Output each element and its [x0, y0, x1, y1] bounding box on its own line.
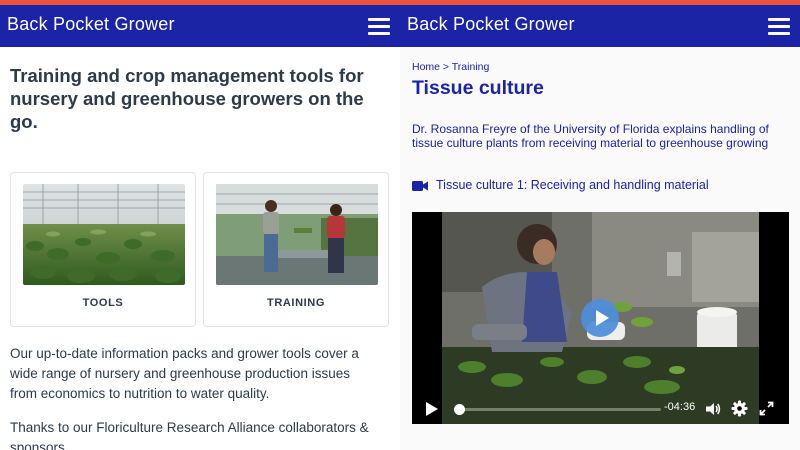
thanks-paragraph: Thanks to our Floriculture Research Alli… [10, 420, 369, 450]
fullscreen-icon[interactable] [759, 401, 774, 416]
play-icon[interactable] [581, 299, 619, 337]
settings-gear-icon[interactable] [731, 400, 748, 417]
training-photo [216, 184, 378, 285]
app-screens: Back Pocket Grower Training and crop man… [0, 0, 800, 450]
home-screen: Back Pocket Grower Training and crop man… [0, 0, 400, 450]
page-description: Dr. Rosanna Freyre of the University of … [412, 122, 769, 150]
video-camera-icon [412, 181, 428, 191]
seek-handle[interactable] [454, 404, 465, 415]
app-title[interactable]: Back Pocket Grower [7, 14, 175, 35]
tools-card-label: TOOLS [82, 297, 124, 309]
detail-screen: Back Pocket Grower Home > Training Tissu… [400, 0, 800, 450]
video-link-label: Tissue culture 1: Receiving and handling… [436, 178, 709, 192]
video-player[interactable]: -04:36 [412, 212, 789, 424]
control-play-icon[interactable] [426, 402, 438, 416]
hamburger-menu-icon[interactable] [368, 18, 390, 35]
tools-card[interactable]: TOOLS [10, 172, 196, 327]
home-headline: Training and crop management tools for n… [10, 65, 364, 132]
seek-bar[interactable] [454, 404, 661, 415]
hamburger-menu-icon[interactable] [768, 18, 790, 35]
app-header: Back Pocket Grower [0, 5, 400, 47]
breadcrumb[interactable]: Home > Training [412, 61, 489, 73]
page-title: Tissue culture [412, 77, 544, 99]
intro-paragraph: Our up-to-date information packs and gro… [10, 346, 359, 401]
accent-stripe [0, 0, 800, 5]
app-title[interactable]: Back Pocket Grower [407, 14, 575, 35]
volume-icon[interactable] [705, 401, 721, 417]
app-header: Back Pocket Grower [400, 5, 800, 47]
training-card[interactable]: TRAINING [203, 172, 389, 327]
time-remaining: -04:36 [664, 401, 696, 413]
greenhouse-photo [23, 184, 185, 285]
player-controls: -04:36 [412, 394, 789, 424]
training-card-label: TRAINING [267, 297, 325, 309]
